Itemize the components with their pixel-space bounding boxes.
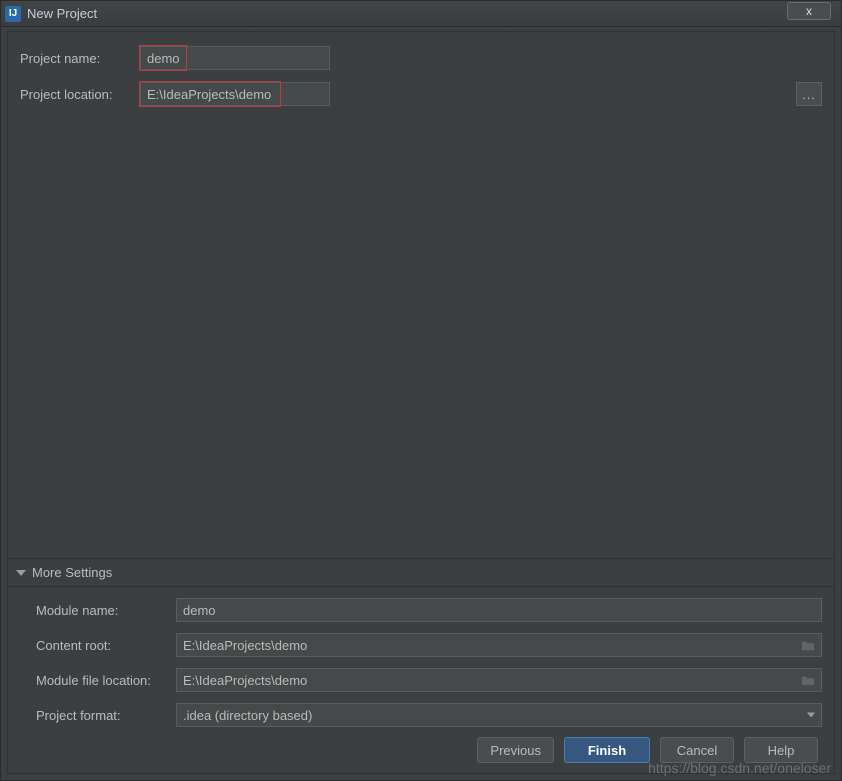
folder-icon[interactable] <box>801 639 815 651</box>
help-button[interactable]: Help <box>744 737 818 763</box>
project-format-row: Project format: .idea (directory based) <box>8 703 834 727</box>
module-name-label: Module name: <box>36 603 176 618</box>
project-name-label: Project name: <box>20 51 140 66</box>
close-button[interactable]: x <box>787 2 831 20</box>
module-file-location-row: Module file location: E:\IdeaProjects\de… <box>8 668 834 692</box>
previous-button[interactable]: Previous <box>477 737 554 763</box>
cancel-button[interactable]: Cancel <box>660 737 734 763</box>
ellipsis-icon: ... <box>802 87 816 102</box>
window-title: New Project <box>27 6 97 21</box>
content-root-field[interactable]: E:\IdeaProjects\demo <box>176 633 822 657</box>
content-root-value: E:\IdeaProjects\demo <box>183 638 307 653</box>
project-location-row: Project location: ... <box>8 82 834 106</box>
project-format-label: Project format: <box>36 708 176 723</box>
more-settings-toggle[interactable]: More Settings <box>8 558 834 587</box>
finish-button[interactable]: Finish <box>564 737 650 763</box>
module-file-location-field[interactable]: E:\IdeaProjects\demo <box>176 668 822 692</box>
content-root-label: Content root: <box>36 638 176 653</box>
module-name-row: Module name: <box>8 598 834 622</box>
app-icon: IJ <box>5 6 21 22</box>
content-root-row: Content root: E:\IdeaProjects\demo <box>8 633 834 657</box>
dialog-content: Project name: Project location: ... More… <box>7 31 835 774</box>
project-name-row: Project name: <box>8 46 834 70</box>
browse-location-button[interactable]: ... <box>796 82 822 106</box>
module-name-input[interactable] <box>176 598 822 622</box>
button-bar: Previous Finish Cancel Help <box>8 727 834 773</box>
titlebar: IJ New Project x <box>1 1 841 27</box>
module-file-location-label: Module file location: <box>36 673 176 688</box>
project-format-value: .idea (directory based) <box>183 708 312 723</box>
project-name-input[interactable] <box>140 46 330 70</box>
project-location-label: Project location: <box>20 87 140 102</box>
module-file-location-value: E:\IdeaProjects\demo <box>183 673 307 688</box>
project-format-select[interactable]: .idea (directory based) <box>176 703 822 727</box>
chevron-down-icon <box>807 713 815 718</box>
project-location-input[interactable] <box>140 82 330 106</box>
more-settings-label: More Settings <box>32 565 112 580</box>
chevron-down-icon <box>16 570 26 576</box>
close-icon: x <box>806 4 812 18</box>
folder-icon[interactable] <box>801 674 815 686</box>
